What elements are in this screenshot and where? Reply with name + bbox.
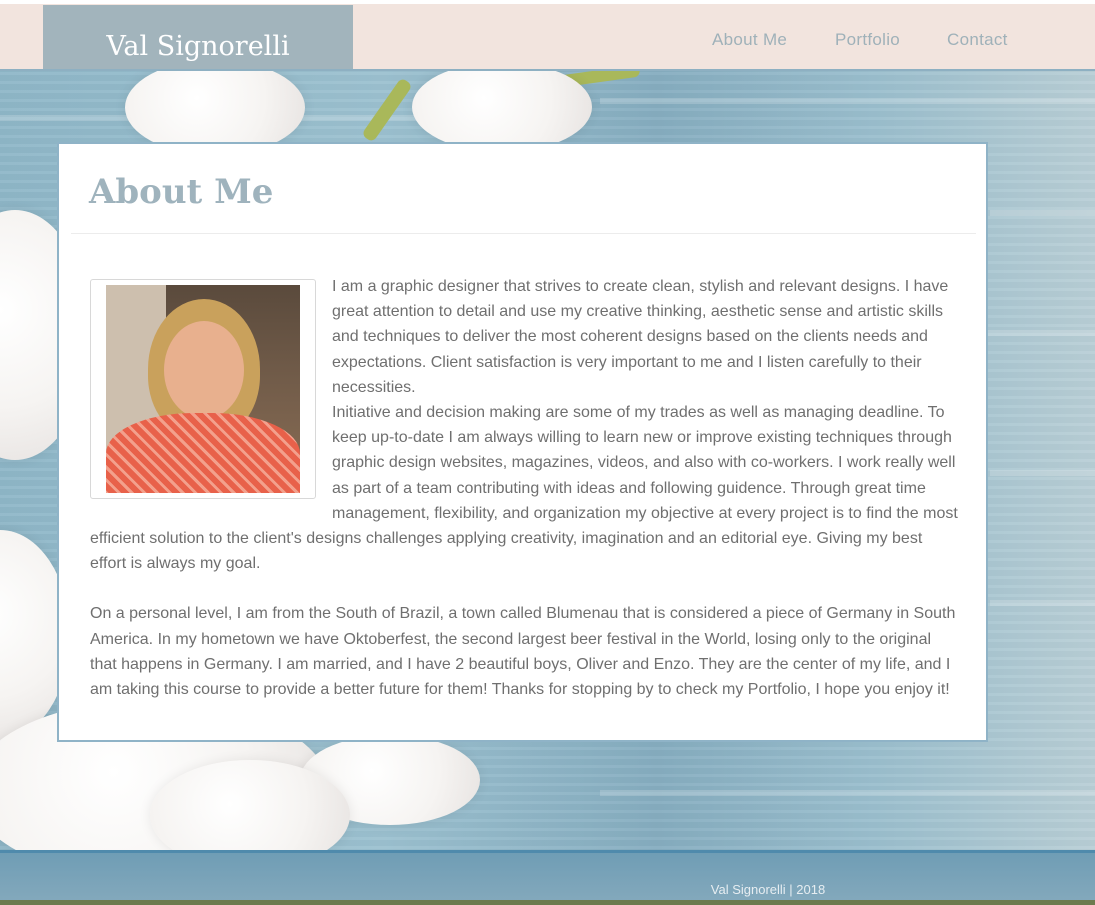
- site-header: Val Signorelli About Me Portfolio Contac…: [0, 4, 1095, 71]
- footer-bottom-edge: [0, 900, 1095, 905]
- bio-text: I am a graphic designer that strives to …: [90, 274, 960, 702]
- logo[interactable]: Val Signorelli: [43, 5, 353, 69]
- logo-text: Val Signorelli: [106, 31, 290, 62]
- nav-contact[interactable]: Contact: [947, 30, 1008, 50]
- title-divider: [71, 233, 976, 234]
- footer-copyright: Val Signorelli | 2018: [710, 882, 826, 897]
- about-card: About Me I am a graphic designer that st…: [57, 142, 988, 742]
- page-title: About Me: [89, 172, 274, 212]
- bio-paragraph-3: On a personal level, I am from the South…: [90, 605, 956, 699]
- nav-portfolio[interactable]: Portfolio: [835, 30, 900, 50]
- site-footer: Val Signorelli | 2018: [0, 850, 1095, 903]
- nav-about-me[interactable]: About Me: [712, 30, 787, 50]
